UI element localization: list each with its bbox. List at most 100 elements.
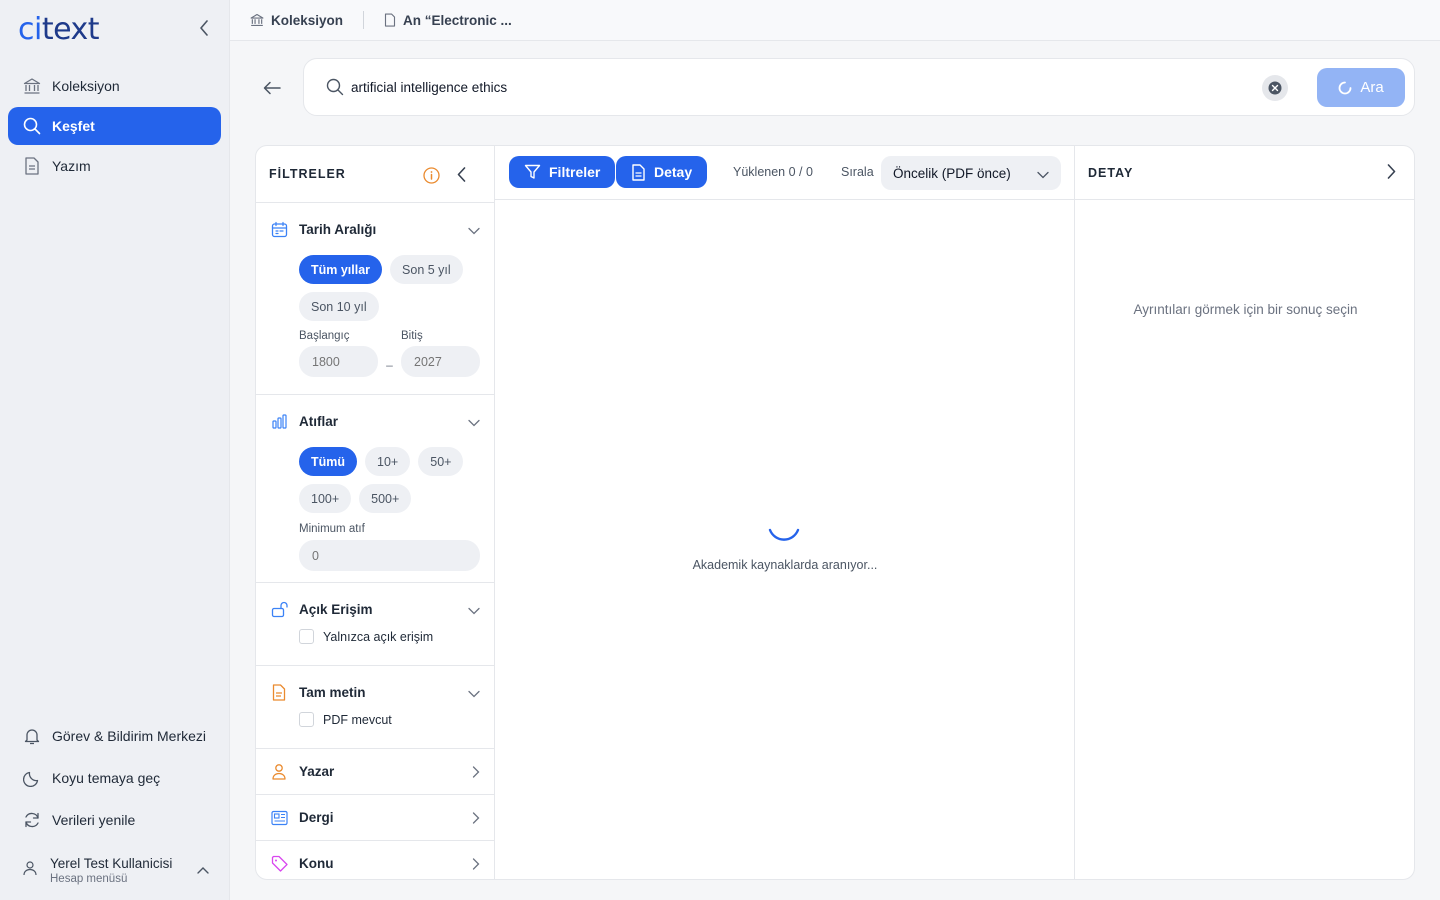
chip-citations-50[interactable]: 50+: [418, 447, 464, 476]
document-icon: [384, 13, 396, 27]
chevron-down-icon: [468, 685, 480, 703]
sidebar-item-dark-mode[interactable]: Koyu temaya geç: [8, 758, 221, 798]
app-logo[interactable]: citext: [18, 12, 100, 47]
loading-message: Akademik kaynaklarda aranıyor...: [692, 558, 878, 572]
detail-empty-message: Ayrıntıları görmek için bir sonuç seçin: [1133, 302, 1358, 317]
filter-journal-header[interactable]: Dergi: [256, 795, 494, 840]
account-menu[interactable]: Yerel Test Kullanicisi Hesap menüsü: [8, 850, 221, 890]
detail-title: DETAY: [1088, 165, 1134, 180]
chevron-down-icon: [1037, 167, 1049, 182]
breadcrumb-document[interactable]: An “Electronic ...: [384, 13, 512, 28]
breadcrumb: Koleksiyon An “Electronic ...: [230, 0, 1440, 41]
sort-select[interactable]: Öncelik (PDF önce): [881, 156, 1061, 190]
chevron-down-icon: [468, 414, 480, 432]
back-button[interactable]: [258, 74, 286, 102]
breadcrumb-koleksiyon[interactable]: Koleksiyon: [250, 13, 343, 28]
chip-citations-100[interactable]: 100+: [299, 484, 352, 513]
filters-title: FİLTRELER: [269, 167, 346, 181]
breadcrumb-divider: [363, 11, 365, 29]
filter-author-header[interactable]: Yazar: [256, 749, 494, 794]
filter-author: Yazar: [256, 749, 494, 795]
bar-chart-icon: [271, 413, 289, 430]
document-icon: [632, 163, 645, 181]
main-nav: Koleksiyon Keşfet Yazım: [8, 67, 221, 187]
discover-panel: FİLTRELER Tarih Aralığı Tüm yıllar Son 5…: [255, 145, 1415, 880]
chevron-right-icon: [472, 765, 480, 783]
chevron-right-icon: [472, 857, 480, 875]
end-year-input[interactable]: [401, 346, 480, 377]
search-bar: Ara: [303, 58, 1415, 116]
user-name: Yerel Test Kullanicisi: [50, 855, 173, 871]
filters-toggle-button[interactable]: Filtreler: [509, 156, 616, 188]
filters-header: FİLTRELER: [256, 146, 494, 203]
sidebar-item-label: Verileri yenile: [52, 812, 136, 828]
chip-all-years[interactable]: Tüm yıllar: [299, 255, 383, 284]
clear-search-button[interactable]: [1262, 75, 1288, 101]
sidebar-item-koleksiyon[interactable]: Koleksiyon: [8, 67, 221, 105]
sidebar-item-kesfet[interactable]: Keşfet: [8, 107, 221, 145]
filters-panel: FİLTRELER Tarih Aralığı Tüm yıllar Son 5…: [256, 146, 495, 879]
detail-header: DETAY: [1075, 146, 1414, 200]
newspaper-icon: [271, 810, 289, 826]
loaded-count: Yüklenen 0 / 0: [733, 165, 813, 179]
results-toolbar: Filtreler Detay Yüklenen 0 / 0 Sırala Ön…: [495, 146, 1074, 200]
bank-icon: [22, 76, 42, 96]
filter-topic: Konu: [256, 841, 494, 879]
chip-last-10-years[interactable]: Son 10 yıl: [299, 292, 379, 321]
chip-citations-10[interactable]: 10+: [365, 447, 411, 476]
chip-last-5-years[interactable]: Son 5 yıl: [390, 255, 463, 284]
filter-open-access-header[interactable]: Açık Erişim: [256, 583, 494, 635]
detail-toggle-button[interactable]: Detay: [616, 156, 708, 188]
min-citations-input[interactable]: [299, 540, 480, 571]
filter-citations-header[interactable]: Atıflar: [256, 395, 494, 447]
results-panel: Filtreler Detay Yüklenen 0 / 0 Sırala Ön…: [495, 146, 1075, 879]
sidebar-collapse-button[interactable]: [192, 16, 216, 40]
document-icon: [22, 156, 42, 176]
sidebar-item-label: Görev & Bildirim Merkezi: [52, 728, 207, 744]
filter-citations: Atıflar Tümü 10+ 50+ 100+ 500+ Minimum a…: [256, 395, 494, 583]
sidebar-item-refresh[interactable]: Verileri yenile: [8, 800, 221, 840]
refresh-icon: [22, 810, 42, 830]
search-icon: [22, 116, 42, 136]
filter-icon: [524, 164, 541, 179]
start-year-input[interactable]: [299, 346, 378, 377]
sidebar-item-label: Koleksiyon: [52, 78, 120, 94]
sidebar-item-yazim[interactable]: Yazım: [8, 147, 221, 185]
end-year-label: Bitiş: [401, 330, 423, 342]
filter-fulltext-header[interactable]: Tam metin: [256, 666, 494, 718]
filter-journal: Dergi: [256, 795, 494, 841]
filter-fulltext: Tam metin PDF mevcut: [256, 666, 494, 749]
arrow-left-icon: [263, 81, 281, 95]
sidebar-item-label: Yazım: [52, 158, 91, 174]
collapse-detail-button[interactable]: [1387, 164, 1396, 184]
filter-date-range: Tarih Aralığı Tüm yıllar Son 5 yıl Son 1…: [256, 203, 494, 395]
account-menu-label: Hesap menüsü: [50, 872, 128, 885]
chevron-right-icon: [1387, 164, 1396, 179]
filter-date-range-header[interactable]: Tarih Aralığı: [256, 203, 494, 255]
search-button[interactable]: Ara: [1317, 68, 1405, 107]
detail-panel: DETAY Ayrıntıları görmek için bir sonuç …: [1075, 146, 1414, 879]
sidebar-bottom-nav: Görev & Bildirim Merkezi Koyu temaya geç…: [8, 716, 221, 842]
range-dash: –: [386, 357, 393, 372]
collapse-filters-button[interactable]: [457, 167, 466, 187]
filter-topic-header[interactable]: Konu: [256, 841, 494, 879]
calendar-icon: [271, 221, 289, 238]
start-year-label: Başlangıç: [299, 330, 350, 342]
sidebar: citext Koleksiyon Keşfet Yazım Görev & B…: [0, 0, 230, 900]
spinner-icon: [1338, 81, 1352, 94]
search-icon: [326, 78, 344, 101]
loading-spinner-icon: [768, 528, 800, 541]
search-input[interactable]: [351, 75, 1251, 99]
sidebar-item-notifications[interactable]: Görev & Bildirim Merkezi: [8, 716, 221, 756]
chip-citations-500[interactable]: 500+: [359, 484, 412, 513]
filter-open-access: Açık Erişim Yalnızca açık erişim: [256, 583, 494, 666]
chevron-down-icon: [468, 222, 480, 240]
sidebar-item-label: Koyu temaya geç: [52, 770, 161, 786]
unlock-icon: [271, 601, 289, 618]
chevron-left-icon: [457, 167, 466, 182]
info-icon[interactable]: [423, 167, 440, 189]
chip-citations-all[interactable]: Tümü: [299, 447, 358, 476]
chevron-right-icon: [472, 811, 480, 829]
user-icon: [271, 763, 289, 780]
sidebar-item-label: Keşfet: [52, 118, 95, 134]
